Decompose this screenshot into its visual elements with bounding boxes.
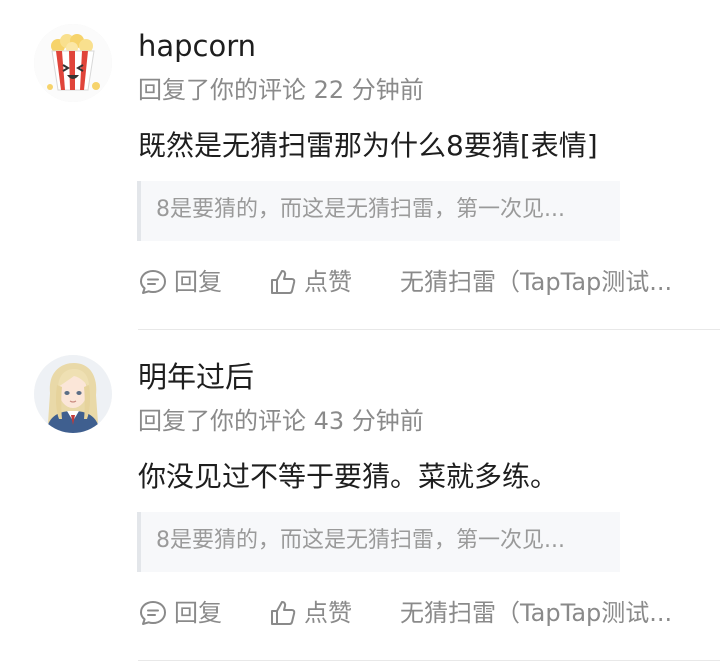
reply-button[interactable]: 回复 — [138, 262, 222, 302]
reply-content: 既然是无猜扫雷那为什么8要猜[表情] — [138, 129, 598, 162]
reply-button[interactable]: 回复 — [138, 593, 222, 633]
reply-label: 回复 — [174, 599, 222, 627]
notification-item[interactable]: 明年过后 回复了你的评论 43 分钟前 你没见过不等于要猜。菜就多练。 8是要猜… — [0, 331, 720, 661]
reply-meta: 回复了你的评论 22 分钟前 — [138, 76, 424, 104]
thumbs-up-icon — [271, 601, 296, 625]
divider — [138, 660, 720, 661]
action-bar: 回复 点赞 无猜扫雷（TapTap测试... — [138, 593, 698, 633]
user-name[interactable]: hapcorn — [138, 28, 256, 64]
action-bar: 回复 点赞 无猜扫雷（TapTap测试... — [138, 262, 698, 302]
reply-meta: 回复了你的评论 43 分钟前 — [138, 407, 424, 435]
source-link[interactable]: 无猜扫雷（TapTap测试... — [400, 262, 672, 302]
like-label: 点赞 — [304, 268, 352, 296]
like-button[interactable]: 点赞 — [268, 593, 352, 633]
user-name[interactable]: 明年过后 — [138, 359, 254, 395]
popcorn-avatar-icon[interactable] — [34, 24, 112, 102]
reply-content: 你没见过不等于要猜。菜就多练。 — [138, 460, 559, 493]
thumbs-up-icon — [271, 270, 296, 294]
comment-icon — [140, 270, 166, 294]
notification-item[interactable]: hapcorn 回复了你的评论 22 分钟前 既然是无猜扫雷那为什么8要猜[表情… — [0, 0, 720, 330]
quoted-comment-text: 8是要猜的，而这是无猜扫雷，第一次见... — [156, 197, 565, 222]
anime-girl-avatar-icon[interactable] — [34, 355, 112, 433]
quoted-comment[interactable]: 8是要猜的，而这是无猜扫雷，第一次见... — [137, 512, 620, 572]
source-link[interactable]: 无猜扫雷（TapTap测试... — [400, 593, 672, 633]
quoted-comment[interactable]: 8是要猜的，而这是无猜扫雷，第一次见... — [137, 181, 620, 241]
divider — [138, 329, 720, 330]
quoted-comment-text: 8是要猜的，而这是无猜扫雷，第一次见... — [156, 528, 565, 553]
comment-icon — [140, 601, 166, 625]
like-label: 点赞 — [304, 599, 352, 627]
reply-label: 回复 — [174, 268, 222, 296]
like-button[interactable]: 点赞 — [268, 262, 352, 302]
